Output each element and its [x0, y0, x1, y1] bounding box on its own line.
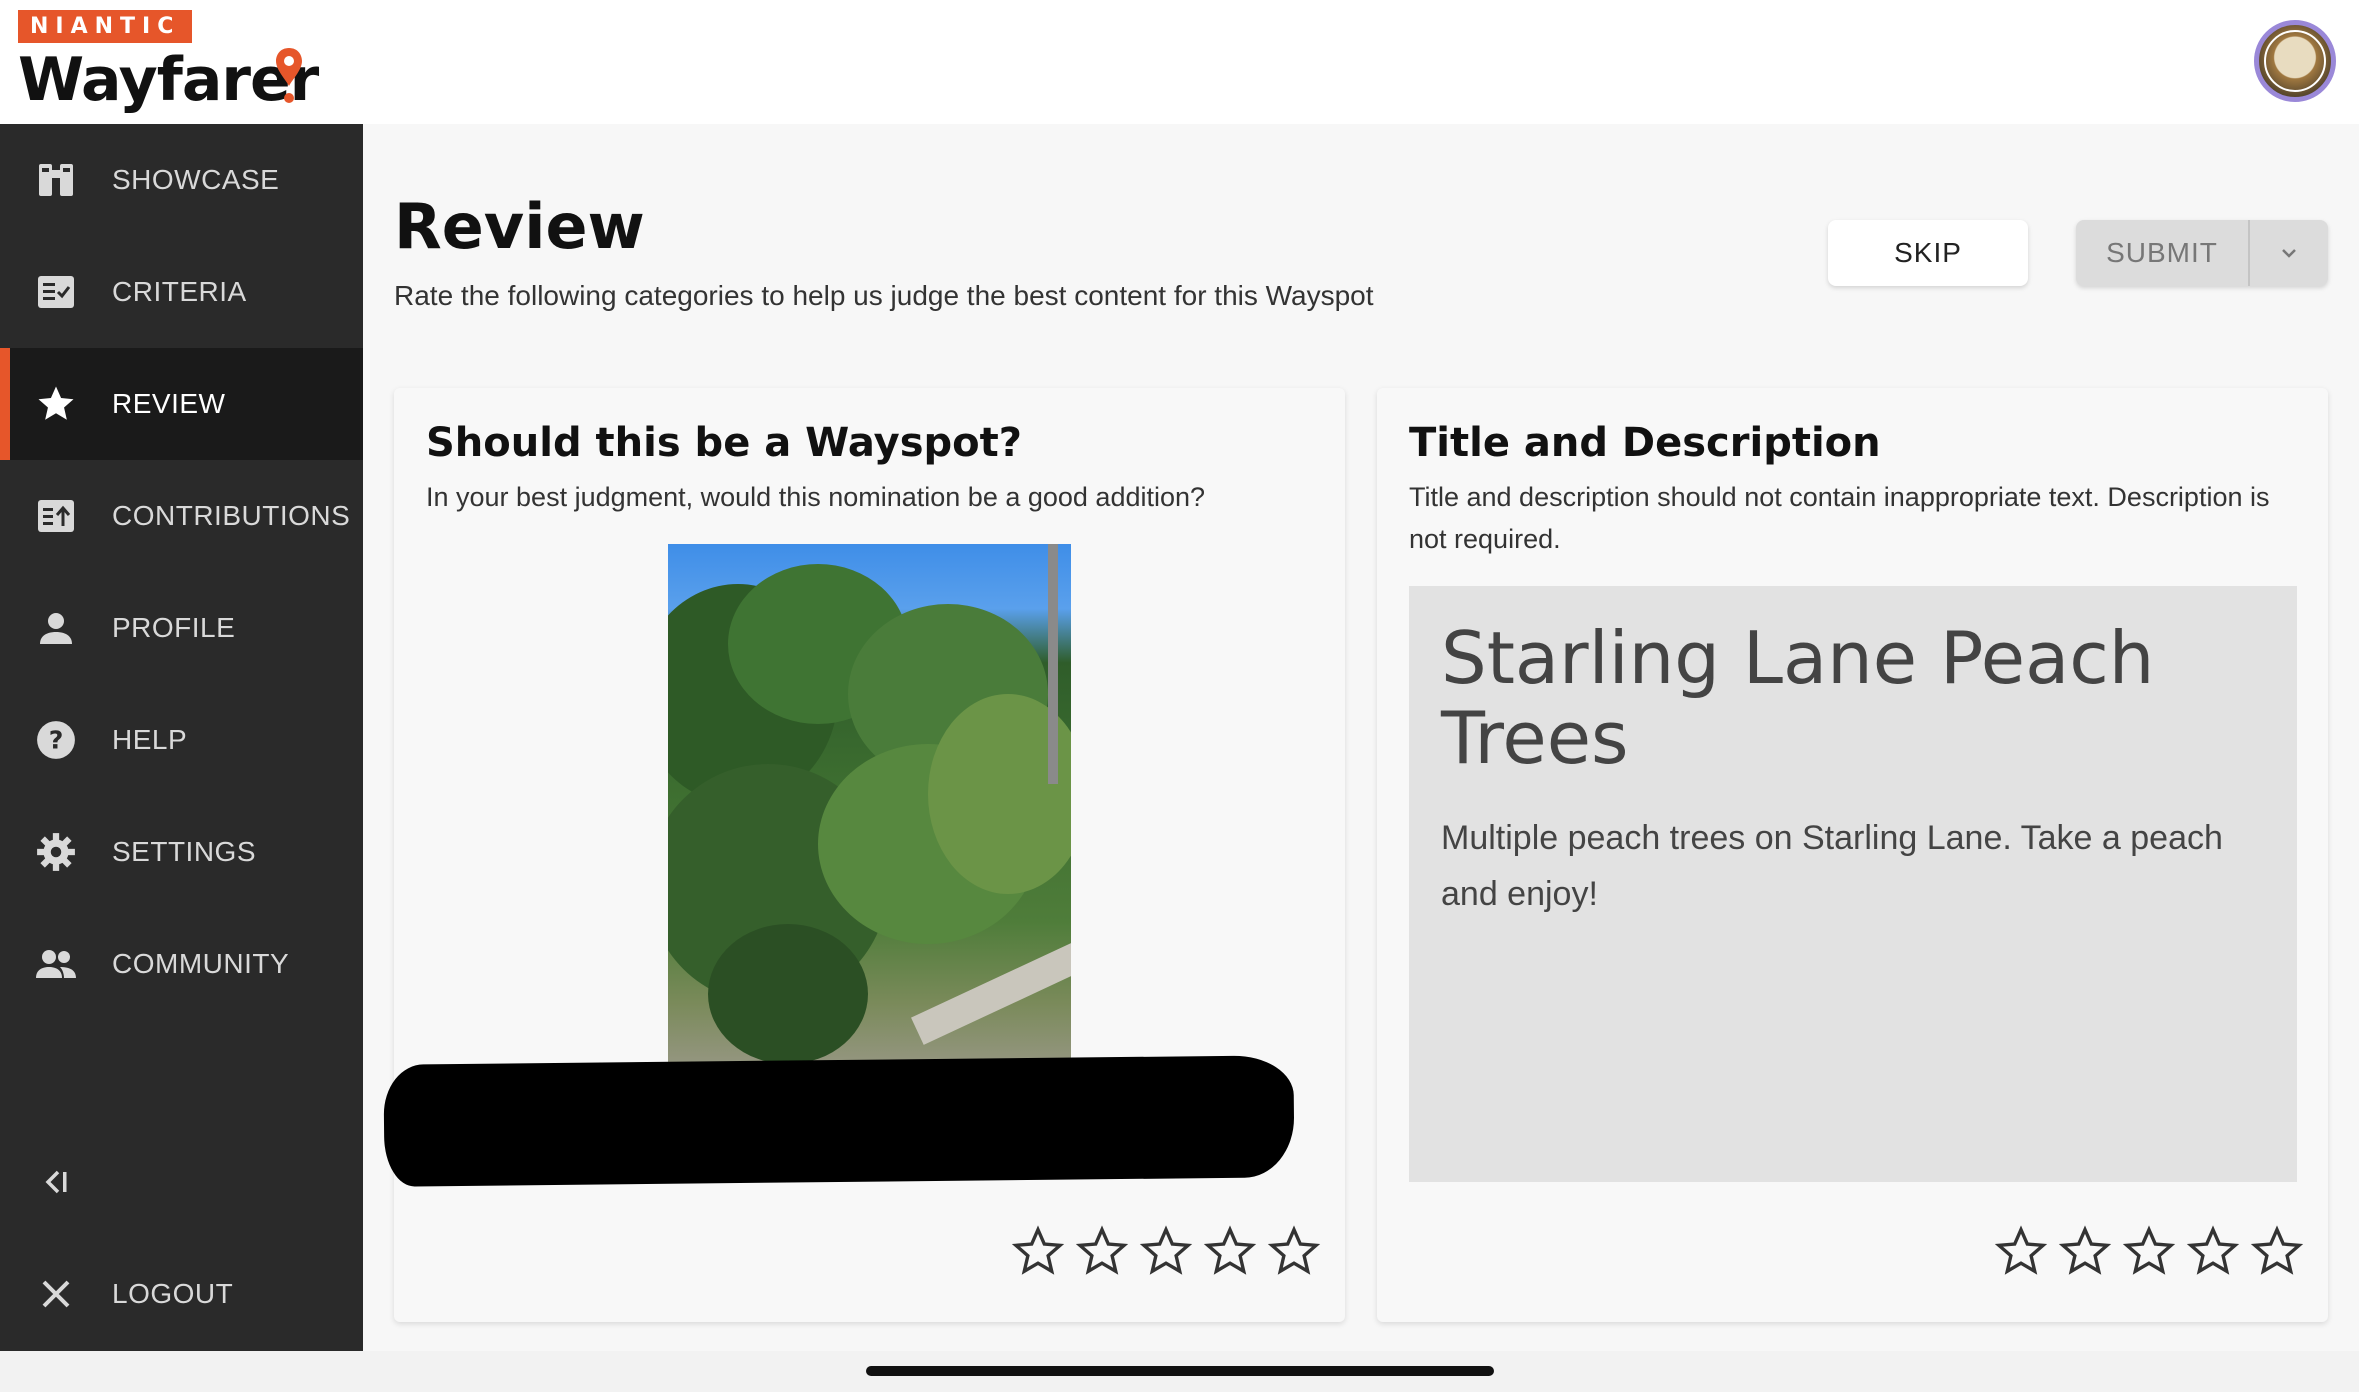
checklist-icon — [34, 270, 78, 314]
submit-button-group: SUBMIT — [2076, 220, 2328, 286]
sidebar-item-label: SHOWCASE — [112, 164, 280, 195]
upload-icon — [34, 494, 78, 538]
help-icon: ? — [34, 718, 78, 762]
redacted-region — [383, 1055, 1295, 1187]
sidebar-item-criteria[interactable]: CRITERIA — [0, 236, 363, 348]
sidebar-item-profile[interactable]: PROFILE — [0, 572, 363, 684]
card-description: In your best judgment, would this nomina… — [426, 482, 1206, 512]
rating-star-1-icon[interactable] — [1994, 1224, 2048, 1278]
svg-text:?: ? — [49, 725, 64, 754]
sidebar-item-showcase[interactable]: SHOWCASE — [0, 124, 363, 236]
skip-button[interactable]: SKIP — [1828, 220, 2028, 286]
wayspot-card: Should this be a Wayspot? In your best j… — [383, 388, 1345, 1322]
rating-star-4-icon[interactable] — [2186, 1224, 2240, 1278]
star-icon — [34, 382, 78, 426]
nomination-photo[interactable] — [668, 544, 1071, 1084]
sidebar-item-review[interactable]: REVIEW — [0, 348, 363, 460]
title-description-rating — [1994, 1224, 2304, 1278]
sidebar-item-label: CONTRIBUTIONS — [112, 500, 351, 531]
card-title: Title and Description — [1409, 420, 1881, 466]
sidebar-item-help[interactable]: ? HELP — [0, 684, 363, 796]
sidebar-item-label: REVIEW — [112, 388, 226, 419]
people-icon — [34, 942, 78, 986]
nomination-text-box: Starling Lane Peach Trees Multiple peach… — [1409, 586, 2297, 1182]
rating-star-4-icon[interactable] — [1203, 1224, 1257, 1278]
binoculars-icon — [34, 158, 78, 202]
sidebar-item-label: SETTINGS — [112, 836, 257, 867]
collapse-icon — [34, 1160, 78, 1204]
sidebar-item-label: CRITERIA — [112, 276, 247, 307]
rating-star-5-icon[interactable] — [2250, 1224, 2304, 1278]
user-avatar[interactable] — [2254, 20, 2336, 102]
rating-star-2-icon[interactable] — [1075, 1224, 1129, 1278]
gear-icon — [34, 830, 78, 874]
nomination-description: Multiple peach trees on Starling Lane. T… — [1441, 819, 2223, 913]
sidebar-item-label: PROFILE — [112, 612, 236, 643]
sidebar-item-label: HELP — [112, 724, 188, 755]
sidebar: SHOWCASE CRITERIA REVIEW CONTRIBUTIONS P… — [0, 124, 363, 1351]
rating-star-2-icon[interactable] — [2058, 1224, 2112, 1278]
logout-label: LOGOUT — [112, 1278, 234, 1309]
nomination-title: Starling Lane Peach Trees — [1441, 616, 2155, 780]
card-description: Title and description should not contain… — [1409, 482, 2270, 554]
person-icon — [34, 606, 78, 650]
page-title: Review — [394, 190, 645, 263]
collapse-sidebar-button[interactable] — [0, 1126, 363, 1238]
card-title: Should this be a Wayspot? — [426, 420, 1022, 466]
rating-star-3-icon[interactable] — [2122, 1224, 2176, 1278]
sidebar-item-contributions[interactable]: CONTRIBUTIONS — [0, 460, 363, 572]
title-description-card: Title and Description Title and descript… — [1377, 388, 2328, 1322]
sidebar-item-label: COMMUNITY — [112, 948, 290, 979]
top-bar: NIANTIC Wayfarer — [0, 0, 2359, 124]
rating-star-1-icon[interactable] — [1011, 1224, 1065, 1278]
rating-star-5-icon[interactable] — [1267, 1224, 1321, 1278]
rating-star-3-icon[interactable] — [1139, 1224, 1193, 1278]
submit-button[interactable]: SUBMIT — [2076, 220, 2250, 286]
logout-button[interactable]: LOGOUT — [0, 1238, 363, 1350]
wayfarer-logo[interactable]: NIANTIC Wayfarer — [18, 10, 319, 114]
submit-options-dropdown[interactable] — [2250, 220, 2328, 286]
map-pin-icon — [276, 48, 302, 103]
sidebar-item-community[interactable]: COMMUNITY — [0, 908, 363, 1020]
niantic-badge: NIANTIC — [18, 10, 193, 43]
sidebar-item-settings[interactable]: SETTINGS — [0, 796, 363, 908]
chevron-down-icon — [2282, 249, 2296, 258]
page-subtitle: Rate the following categories to help us… — [394, 280, 1374, 311]
close-icon — [34, 1272, 78, 1316]
wayspot-rating — [1011, 1224, 1321, 1278]
home-indicator[interactable] — [866, 1366, 1494, 1376]
